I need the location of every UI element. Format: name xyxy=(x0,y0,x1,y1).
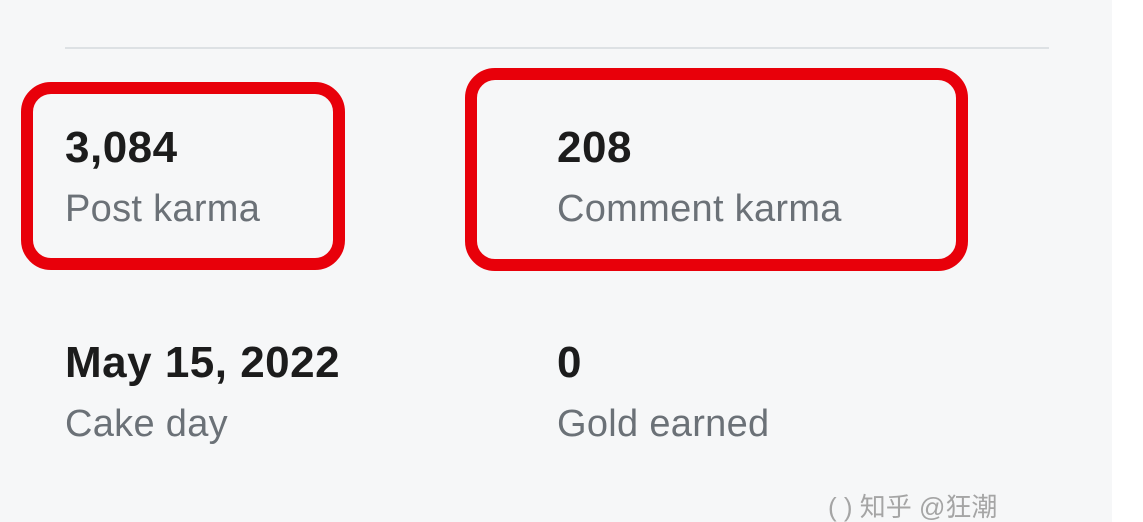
cake-day-stat: May 15, 2022 Cake day xyxy=(65,337,340,447)
scrollbar-track[interactable] xyxy=(1112,0,1143,522)
watermark: ( ) 知乎 @狂潮 xyxy=(828,492,998,522)
profile-stats-panel: 3,084 Post karma 208 Comment karma May 1… xyxy=(0,0,1112,522)
post-karma-highlight-box xyxy=(21,82,345,270)
gold-earned-label: Gold earned xyxy=(557,403,770,445)
divider xyxy=(65,47,1049,49)
cake-day-value: May 15, 2022 xyxy=(65,338,341,387)
comment-karma-highlight-box xyxy=(465,68,968,271)
cake-day-label: Cake day xyxy=(65,403,228,445)
gold-earned-value: 0 xyxy=(557,338,582,387)
gold-earned-stat: 0 Gold earned xyxy=(557,337,769,447)
